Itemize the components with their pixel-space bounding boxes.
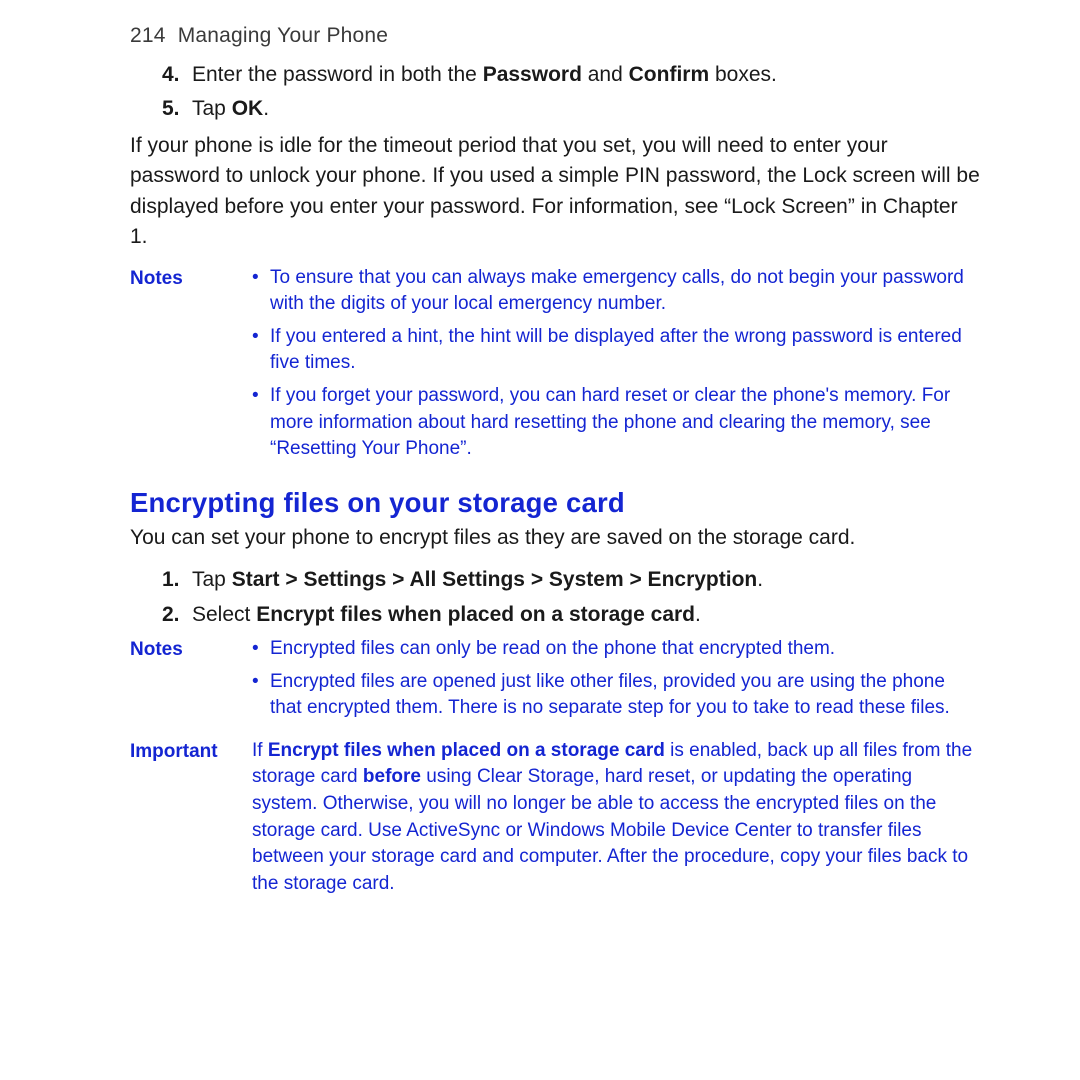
important-label: Important [130,738,252,898]
step-number: 1. [162,565,180,595]
bullet-icon: • [252,669,270,722]
note-text: Encrypted files can only be read on the … [270,636,980,663]
note-item: • If you forget your password, you can h… [252,383,980,463]
bullet-icon: • [252,324,270,377]
body-paragraph: You can set your phone to encrypt files … [130,523,980,553]
note-item: • Encrypted files are opened just like o… [252,669,980,722]
note-text: If you entered a hint, the hint will be … [270,324,980,377]
step-text: Select Encrypt files when placed on a st… [192,603,701,626]
bullet-icon: • [252,383,270,463]
page-container: 214 Managing Your Phone 4. Enter the pas… [0,0,1080,897]
note-item: • To ensure that you can always make eme… [252,265,980,318]
important-block: Important If Encrypt files when placed o… [130,738,980,898]
note-item: • Encrypted files can only be read on th… [252,636,980,663]
section-heading: Encrypting files on your storage card [130,487,980,519]
notes-label: Notes [130,636,252,728]
bullet-icon: • [252,265,270,318]
notes-items: • To ensure that you can always make eme… [252,265,980,469]
note-text: If you forget your password, you can har… [270,383,980,463]
page-header-title: Managing Your Phone [178,24,388,47]
note-text: Encrypted files are opened just like oth… [270,669,980,722]
page-number: 214 [130,24,166,47]
important-text: If Encrypt files when placed on a storag… [252,738,980,898]
page-header: 214 Managing Your Phone [130,24,980,48]
bullet-icon: • [252,636,270,663]
steps-list-b: 1. Tap Start > Settings > All Settings >… [162,565,980,630]
body-paragraph: If your phone is idle for the timeout pe… [130,131,980,253]
step-number: 4. [162,60,180,90]
step-number: 5. [162,94,180,124]
note-text: To ensure that you can always make emerg… [270,265,980,318]
notes-items: • Encrypted files can only be read on th… [252,636,980,728]
step-item: 5. Tap OK. [162,94,980,124]
note-item: • If you entered a hint, the hint will b… [252,324,980,377]
steps-list-a: 4. Enter the password in both the Passwo… [162,60,980,125]
step-item: 4. Enter the password in both the Passwo… [162,60,980,90]
step-item: 1. Tap Start > Settings > All Settings >… [162,565,980,595]
notes-block-1: Notes • To ensure that you can always ma… [130,265,980,469]
notes-block-2: Notes • Encrypted files can only be read… [130,636,980,728]
step-item: 2. Select Encrypt files when placed on a… [162,600,980,630]
step-text: Tap Start > Settings > All Settings > Sy… [192,568,763,591]
step-number: 2. [162,600,180,630]
notes-label: Notes [130,265,252,469]
step-text: Enter the password in both the Password … [192,63,777,86]
step-text: Tap OK. [192,97,269,120]
